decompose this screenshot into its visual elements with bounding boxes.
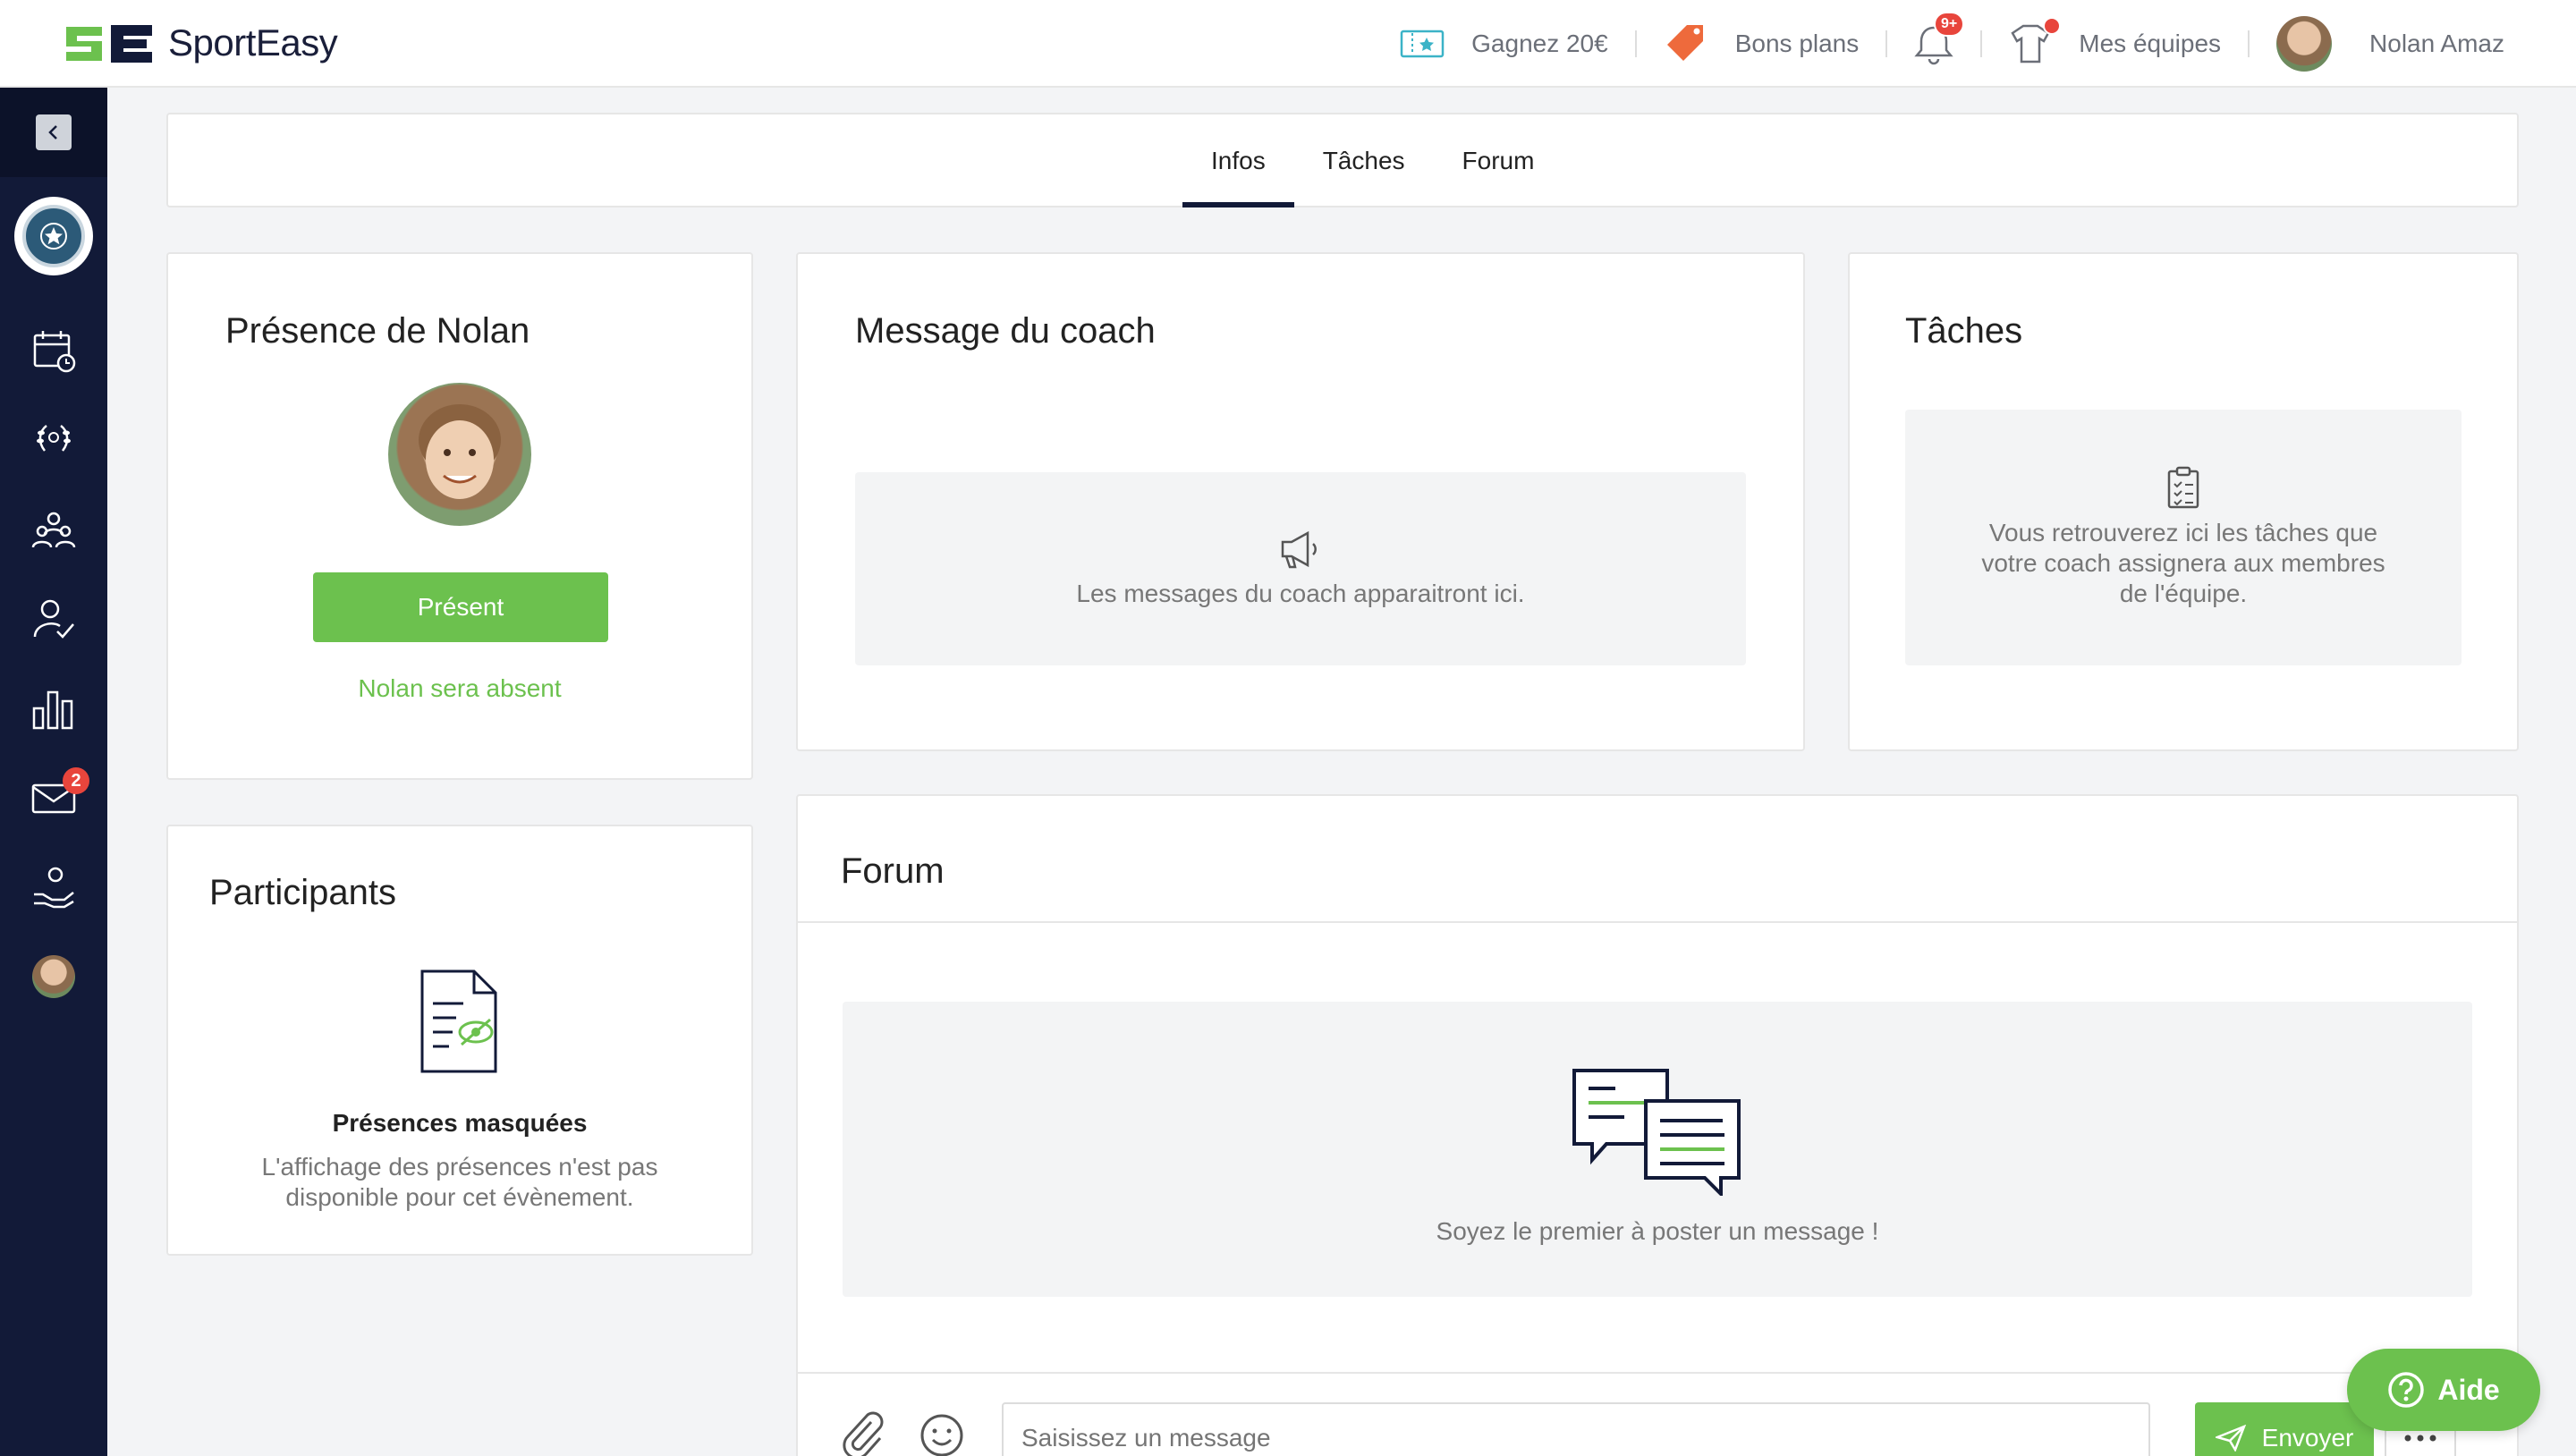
emoji-icon[interactable]: [919, 1413, 964, 1456]
send-button[interactable]: Envoyer: [2195, 1402, 2374, 1456]
presence-card: Présence de Nolan Présent Nolan sera abs…: [166, 252, 753, 780]
user-check-icon[interactable]: [0, 574, 107, 664]
help-label: Aide: [2437, 1373, 2500, 1406]
help-button[interactable]: Aide: [2347, 1349, 2540, 1431]
tab-infos[interactable]: Infos: [1182, 114, 1294, 207]
tasks-empty-state: Vous retrouverez ici les tâches que votr…: [1905, 410, 2462, 665]
stats-icon[interactable]: [0, 664, 107, 753]
deals-label: Bons plans: [1734, 30, 1860, 57]
divider: [1634, 30, 1637, 57]
tabs: Infos Tâches Forum: [1182, 114, 1563, 207]
tab-taches[interactable]: Tâches: [1294, 114, 1434, 207]
jersey-icon: [2009, 17, 2062, 65]
laurel-icon[interactable]: [0, 395, 107, 485]
forum-body: Soyez le premier à poster un message !: [800, 923, 2515, 1374]
top-navigation: Gagnez 20€ Bons plans 9+ Mes équipes Nol…: [1400, 0, 2504, 88]
top-bar: SportEasy Gagnez 20€ Bons plans 9+ Mes é…: [0, 0, 2576, 88]
sporteasy-logo[interactable]: SportEasy: [64, 21, 338, 64]
megaphone-icon: [1281, 530, 1317, 569]
club-logo[interactable]: [14, 197, 93, 275]
forum-composer: Envoyer: [798, 1372, 2517, 1456]
coach-message-title: Message du coach: [855, 311, 1156, 351]
divider: [1980, 30, 1983, 57]
participants-card: Participants Présences masquées L'affich…: [166, 825, 753, 1256]
logo-text: SportEasy: [168, 21, 338, 63]
send-label: Envoyer: [2261, 1424, 2354, 1452]
presence-title: Présence de Nolan: [225, 311, 530, 351]
chat-bubbles-icon: [1572, 1069, 1741, 1196]
hidden-document-icon: [420, 969, 497, 1073]
forum-empty-state: Soyez le premier à poster un message !: [843, 1002, 2472, 1297]
profile-avatar-button[interactable]: [0, 932, 107, 1021]
message-input[interactable]: [1002, 1402, 2150, 1456]
teams-menu[interactable]: Mes équipes: [2009, 17, 2222, 65]
bell-icon: 9+: [1914, 12, 1965, 65]
hidden-presences-description: L'affichage des présences n'est pas disp…: [261, 1153, 658, 1211]
send-icon: [2215, 1425, 2246, 1452]
help-question-icon: [2388, 1372, 2425, 1408]
tabs-bar: Infos Tâches Forum: [166, 113, 2519, 207]
chevron-left-icon: [36, 114, 72, 150]
ticket-icon: [1400, 26, 1445, 62]
messages-icon[interactable]: 2: [0, 753, 107, 842]
clipboard-list-icon: [2167, 466, 2199, 509]
collapse-sidebar-button[interactable]: [0, 88, 107, 177]
user-avatar: [2276, 16, 2333, 72]
forum-card: Forum Soyez le premier à poster un messa…: [796, 794, 2519, 1456]
referral-label: Gagnez 20€: [1471, 30, 1608, 57]
notifications-badge: 9+: [1934, 12, 1965, 37]
tasks-card: Tâches Vous retrouverez ici les tâches q…: [1848, 252, 2519, 751]
tag-icon: [1664, 21, 1708, 66]
hidden-presences-title: Présences masquées: [332, 1109, 588, 1137]
helping-hand-icon[interactable]: [0, 842, 107, 932]
forum-header: Forum: [798, 796, 2517, 923]
teams-alert-dot: [2043, 17, 2062, 35]
teams-label: Mes équipes: [2079, 30, 2222, 57]
notifications-button[interactable]: 9+: [1914, 12, 1965, 65]
divider: [1885, 30, 1888, 57]
club-crest-icon: [22, 205, 85, 267]
attachment-icon[interactable]: [841, 1411, 886, 1456]
participants-title: Participants: [209, 873, 396, 912]
coach-empty-state: Les messages du coach apparaitront ici.: [855, 472, 1746, 665]
team-members-icon[interactable]: [0, 485, 107, 574]
user-menu[interactable]: Nolan Amaz: [2276, 16, 2504, 72]
referral-link[interactable]: Gagnez 20€: [1400, 26, 1608, 62]
forum-title: Forum: [841, 851, 945, 891]
tasks-title: Tâches: [1905, 311, 2023, 351]
forum-empty-text: Soyez le premier à poster un message !: [1436, 1217, 1879, 1245]
more-dots-icon: [2404, 1435, 2436, 1442]
coach-message-card: Message du coach Les messages du coach a…: [796, 252, 1805, 751]
tasks-empty-text: Vous retrouverez ici les tâches que votr…: [1981, 519, 2385, 607]
sidebar: 2: [0, 88, 107, 1456]
divider: [2248, 30, 2250, 57]
messages-badge: 2: [63, 767, 89, 794]
absent-link[interactable]: Nolan sera absent: [168, 674, 751, 703]
sidebar-avatar: [32, 955, 75, 998]
player-avatar: [388, 383, 531, 526]
tab-forum[interactable]: Forum: [1434, 114, 1563, 207]
deals-link[interactable]: Bons plans: [1664, 21, 1860, 66]
logo-mark-icon: [66, 25, 152, 63]
present-button[interactable]: Présent: [313, 572, 608, 642]
user-name: Nolan Amaz: [2369, 30, 2504, 57]
calendar-icon[interactable]: [0, 306, 107, 395]
coach-empty-text: Les messages du coach apparaitront ici.: [1076, 580, 1525, 607]
